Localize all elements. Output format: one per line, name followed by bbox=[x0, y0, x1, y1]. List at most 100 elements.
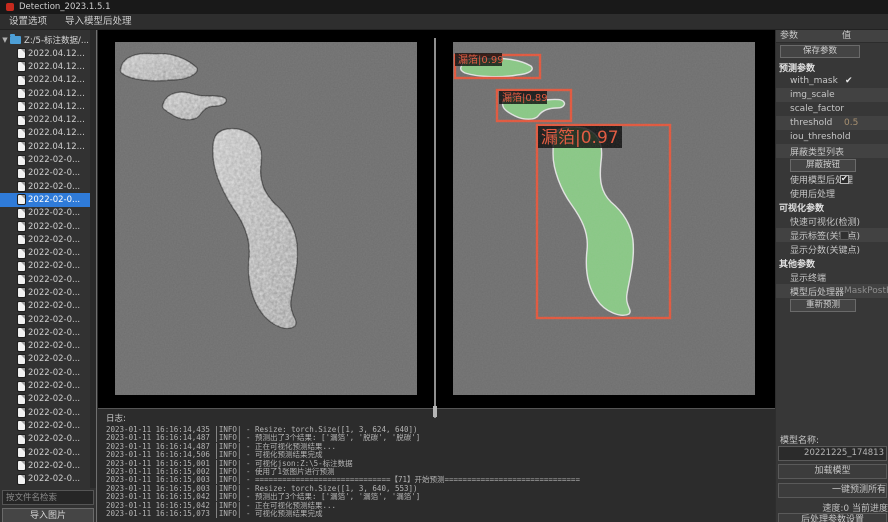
load-model-button[interactable]: 加载模型 bbox=[778, 464, 887, 479]
tree-root-row[interactable]: ▼ Z:/5-标注数据/... bbox=[0, 33, 91, 47]
file-name: 2022-02-0... bbox=[28, 368, 80, 378]
file-list-item[interactable]: 2022-02-0... bbox=[0, 300, 91, 313]
file-name: 2022-02-0... bbox=[28, 341, 80, 351]
file-list-item[interactable]: 2022.04.12... bbox=[0, 140, 91, 153]
predict-all-button[interactable]: 一键预测所有 bbox=[778, 483, 887, 498]
param-action-button[interactable]: 重新预测 bbox=[790, 299, 856, 312]
file-list-item[interactable]: 2022-02-0... bbox=[0, 313, 91, 326]
panel-splitter[interactable] bbox=[434, 38, 436, 418]
param-row[interactable]: scale_factor bbox=[776, 102, 888, 116]
param-row[interactable]: 显示分数(关键点) bbox=[776, 242, 888, 256]
param-label: scale_factor bbox=[776, 104, 844, 114]
file-list-item[interactable]: 2022-02-0... bbox=[0, 353, 91, 366]
file-name: 2022-02-0... bbox=[28, 434, 80, 444]
param-row[interactable]: with_mask✔ bbox=[776, 74, 888, 88]
file-list-item[interactable]: 2022-02-0... bbox=[0, 246, 91, 259]
file-list-item[interactable]: 2022-02-0... bbox=[0, 153, 91, 166]
panel-splitter-handle[interactable] bbox=[433, 406, 437, 417]
file-list-item[interactable]: 2022-02-0... bbox=[0, 406, 91, 419]
checkbox[interactable] bbox=[840, 175, 849, 184]
file-icon bbox=[18, 129, 25, 138]
filename-search-input[interactable] bbox=[2, 490, 94, 505]
file-list-item[interactable]: 2022-02-0... bbox=[0, 446, 91, 459]
file-icon bbox=[18, 302, 25, 311]
file-list-item[interactable]: 2022-02-0... bbox=[0, 193, 91, 206]
menu-import-model-postprocess[interactable]: 导入模型后处理 bbox=[56, 14, 141, 30]
save-params-button[interactable]: 保存参数 bbox=[780, 45, 860, 58]
param-action-button[interactable]: 屏蔽按钮 bbox=[790, 159, 856, 172]
collapse-arrow-icon[interactable]: ▼ bbox=[0, 36, 10, 44]
file-list-item[interactable]: 2022-02-0... bbox=[0, 273, 91, 286]
original-image-canvas[interactable] bbox=[115, 42, 417, 395]
file-icon bbox=[18, 195, 25, 204]
prediction-image-canvas[interactable]: 漏箔|0.99 漏箔|0.89 漏箔|0.97 bbox=[453, 42, 755, 395]
postprocess-settings-button[interactable]: 后处理参数设置 bbox=[778, 513, 887, 522]
app-window: Detection_2023.1.5.1 设置选项 导入模型后处理 ▼ Z:/5… bbox=[0, 0, 888, 522]
param-row[interactable]: iou_threshold bbox=[776, 130, 888, 144]
param-label: 显示终端 bbox=[776, 271, 826, 284]
checkmark-icon[interactable]: ✔ bbox=[845, 76, 853, 86]
param-label: img_scale bbox=[776, 90, 835, 100]
file-icon bbox=[18, 222, 25, 231]
log-panel[interactable]: 日志: 2023-01-11 16:16:14,435 |INFO| - Res… bbox=[98, 408, 775, 522]
param-row[interactable]: 使用模型后处理 bbox=[776, 172, 888, 186]
file-list-item[interactable]: 2022.04.12... bbox=[0, 60, 91, 73]
param-label: iou_threshold bbox=[776, 132, 851, 142]
param-row[interactable]: 屏蔽按钮 bbox=[776, 158, 888, 172]
param-row[interactable]: 使用后处理 bbox=[776, 186, 888, 200]
param-value[interactable]: MaskPostPro bbox=[844, 286, 888, 296]
param-row[interactable]: img_scale bbox=[776, 88, 888, 102]
param-row[interactable]: 屏蔽类型列表 bbox=[776, 144, 888, 158]
file-list-item[interactable]: 2022-02-0... bbox=[0, 167, 91, 180]
file-list-item[interactable]: 2022-02-0... bbox=[0, 340, 91, 353]
file-icon bbox=[18, 49, 25, 58]
file-list-item[interactable]: 2022-02-0... bbox=[0, 207, 91, 220]
param-row[interactable]: 重新预测 bbox=[776, 298, 888, 312]
file-list-item[interactable]: 2022.04.12... bbox=[0, 87, 91, 100]
checkbox[interactable] bbox=[840, 231, 849, 240]
file-list-item[interactable]: 2022-02-0... bbox=[0, 393, 91, 406]
file-list-item[interactable]: 2022.04.12... bbox=[0, 113, 91, 126]
file-list-item[interactable]: 2022-02-0... bbox=[0, 379, 91, 392]
param-row[interactable]: 显示终端 bbox=[776, 270, 888, 284]
param-row[interactable]: 模型后处理器MaskPostPro bbox=[776, 284, 888, 298]
file-icon bbox=[18, 142, 25, 151]
file-list-item[interactable]: 2022.04.12... bbox=[0, 127, 91, 140]
import-images-button[interactable]: 导入图片 bbox=[2, 508, 94, 522]
file-list-item[interactable]: 2022-02-0... bbox=[0, 180, 91, 193]
file-list-item[interactable]: 2022-02-0... bbox=[0, 326, 91, 339]
file-list-item[interactable]: 2022-02-0... bbox=[0, 459, 91, 472]
file-name: 2022.04.12... bbox=[28, 75, 85, 85]
model-name-field[interactable]: 20221225_174813 bbox=[778, 446, 887, 461]
file-name: 2022.04.12... bbox=[28, 89, 85, 99]
param-row[interactable]: threshold0.5 bbox=[776, 116, 888, 130]
file-list-item[interactable]: 2022-02-0... bbox=[0, 433, 91, 446]
file-list-item[interactable]: 2022.04.12... bbox=[0, 100, 91, 113]
param-row[interactable]: 显示标签(关键点) bbox=[776, 228, 888, 242]
window-title: Detection_2023.1.5.1 bbox=[19, 2, 111, 12]
file-icon bbox=[18, 382, 25, 391]
file-list-item[interactable]: 2022-02-0... bbox=[0, 260, 91, 273]
file-list-item[interactable]: 2022-02-0... bbox=[0, 233, 91, 246]
file-icon bbox=[18, 209, 25, 218]
file-list-item[interactable]: 2022-02-0... bbox=[0, 419, 91, 432]
file-name: 2022-02-0... bbox=[28, 381, 80, 391]
file-list-item[interactable]: 2022.04.12... bbox=[0, 74, 91, 87]
file-icon bbox=[18, 76, 25, 85]
file-list-item[interactable]: 2022-02-0... bbox=[0, 286, 91, 299]
param-section-header: 其他参数 bbox=[776, 256, 888, 270]
menu-settings[interactable]: 设置选项 bbox=[0, 14, 56, 30]
param-value[interactable]: 0.5 bbox=[844, 118, 858, 128]
param-row[interactable]: 快速可视化(检测) bbox=[776, 214, 888, 228]
file-list-item[interactable]: 2022.04.12... bbox=[0, 47, 91, 60]
file-list-item[interactable]: 2022-02-0... bbox=[0, 473, 91, 486]
params-header-param: 参数 bbox=[776, 30, 842, 42]
folder-icon bbox=[10, 36, 21, 44]
file-icon bbox=[18, 182, 25, 191]
file-icon bbox=[18, 102, 25, 111]
file-list-item[interactable]: 2022-02-0... bbox=[0, 366, 91, 379]
file-list-item[interactable]: 2022-02-0... bbox=[0, 220, 91, 233]
file-list: 2022.04.12...2022.04.12...2022.04.12...2… bbox=[0, 47, 91, 486]
file-name: 2022-02-0... bbox=[28, 448, 80, 458]
file-list-scrollbar[interactable] bbox=[90, 30, 96, 488]
